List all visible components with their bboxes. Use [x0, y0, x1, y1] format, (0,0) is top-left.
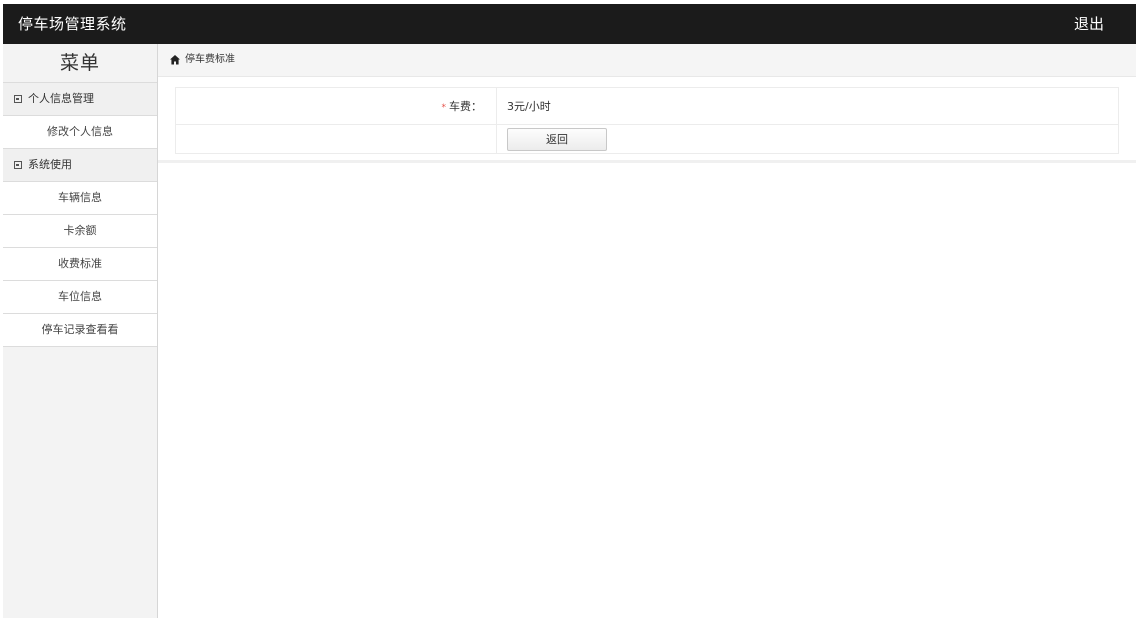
required-mark: * — [441, 103, 447, 113]
sidebar-item-card-balance[interactable]: 卡余额 — [3, 215, 157, 248]
app-frame: 停车场管理系统 退出 菜单 个人信息管理 修改个人信息 系统使用 车辆信息 卡余… — [3, 4, 1136, 618]
fee-row: * 车费： 3元/小时 — [175, 87, 1119, 125]
content-divider — [158, 160, 1136, 163]
breadcrumb: 停车费标准 — [158, 44, 1136, 77]
menu-title: 菜单 — [3, 44, 157, 83]
back-button[interactable]: 返回 — [507, 127, 607, 151]
action-row: 返回 — [175, 124, 1119, 154]
fee-form: * 车费： 3元/小时 返回 — [175, 87, 1119, 154]
sidebar: 菜单 个人信息管理 修改个人信息 系统使用 车辆信息 卡余额 收费标准 车位信息… — [3, 44, 158, 618]
menu-group-personal[interactable]: 个人信息管理 — [3, 83, 157, 116]
app-title: 停车场管理系统 — [18, 15, 127, 33]
breadcrumb-label: 停车费标准 — [185, 54, 235, 65]
action-label-cell — [175, 124, 497, 154]
sidebar-item-parking-records[interactable]: 停车记录查看看 — [3, 314, 157, 347]
menu-group-system[interactable]: 系统使用 — [3, 149, 157, 182]
list-icon — [14, 95, 22, 103]
sidebar-item-edit-profile[interactable]: 修改个人信息 — [3, 116, 157, 149]
logout-link[interactable]: 退出 — [1074, 15, 1104, 33]
sidebar-item-fee-standard[interactable]: 收费标准 — [3, 248, 157, 281]
fee-value: 3元/小时 — [496, 87, 1119, 125]
sidebar-item-space-info[interactable]: 车位信息 — [3, 281, 157, 314]
action-cell: 返回 — [496, 124, 1119, 154]
fee-label-cell: * 车费： — [175, 87, 497, 125]
home-icon — [170, 55, 180, 65]
menu-group-label: 系统使用 — [28, 158, 72, 171]
fee-table: * 车费： 3元/小时 返回 — [175, 87, 1119, 154]
fee-label: 车费： — [449, 100, 482, 113]
main-content: 停车费标准 * 车费： 3元/小时 返回 — [158, 44, 1136, 618]
sidebar-item-vehicle-info[interactable]: 车辆信息 — [3, 182, 157, 215]
menu-group-label: 个人信息管理 — [28, 92, 94, 105]
top-bar: 停车场管理系统 退出 — [3, 4, 1136, 44]
list-icon — [14, 161, 22, 169]
